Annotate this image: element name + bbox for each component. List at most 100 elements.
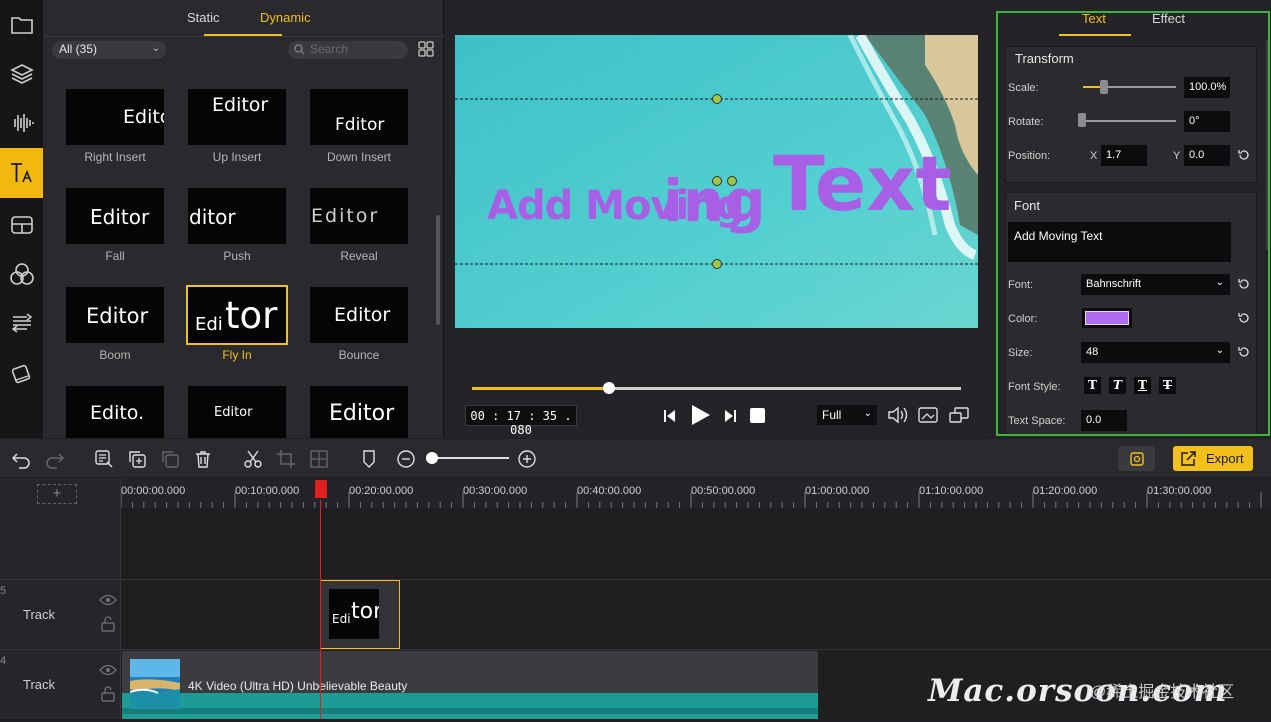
track-divider [0,649,1271,650]
playhead-handle[interactable] [315,480,327,498]
paste-icon[interactable] [160,449,180,469]
overlay-text-ing[interactable]: ing [663,167,766,235]
clip-text-big: tor [351,599,379,624]
volume-button[interactable] [886,405,908,425]
text-edit-icon[interactable] [94,449,114,469]
mosaic-icon[interactable] [309,449,329,469]
effect-card-reveal[interactable]: Editor [310,188,408,244]
effect-sample-text: Edito. [90,402,145,424]
media-folder-icon[interactable] [0,0,43,50]
left-icon-bar [0,0,43,438]
ruler-tick-label: 00:40:00.000 [577,485,642,497]
track-number: 4 [0,655,7,667]
tab-dynamic[interactable]: Dynamic [260,10,311,25]
overlay-text-big[interactable]: Text [773,139,952,228]
search-icon [294,44,305,55]
elements-icon[interactable] [0,348,43,398]
redo-icon[interactable] [45,449,65,469]
fullscreen-button[interactable] [948,405,970,425]
play-button[interactable] [688,403,712,427]
zoom-out-icon[interactable] [396,449,416,469]
filters-icon[interactable] [0,249,43,299]
lock-icon[interactable] [100,615,116,632]
zoom-select[interactable]: Full ⌄ [817,405,877,425]
grid-view-icon[interactable] [418,41,434,57]
split-icon[interactable] [243,449,263,469]
video-thumbnail [129,659,180,709]
search-placeholder: Search [310,42,349,56]
add-track-button[interactable]: + [37,484,77,504]
play-icon [692,405,710,425]
eye-icon[interactable] [99,664,117,676]
previous-frame-button[interactable] [660,406,680,426]
copy-icon[interactable] [127,449,147,469]
effect-card[interactable]: Editor [188,386,286,438]
export-label: Export [1206,451,1244,466]
delete-icon[interactable] [193,449,213,469]
effect-sample-text: Editc [123,106,164,128]
effect-card-bounce[interactable]: Editor [310,287,408,343]
chevron-down-icon: ⌄ [151,43,160,54]
effect-card-boom[interactable]: Editor [66,287,164,343]
effect-label: Fly In [222,348,252,362]
zoom-in-icon[interactable] [517,449,537,469]
track-header-divider [120,478,121,719]
snapshot-button[interactable] [917,405,939,425]
next-frame-button[interactable] [720,406,740,426]
divider [43,36,444,37]
audio-waveform-icon[interactable] [0,98,43,148]
eye-icon[interactable] [99,594,117,606]
effect-card-fly-in[interactable]: Edi tor [186,285,288,345]
ruler-tick-label: 01:10:00.000 [919,485,984,497]
lock-icon[interactable] [100,685,116,702]
timeline-zoom-handle[interactable] [426,452,438,464]
marker-icon[interactable] [359,449,379,469]
highlight-frame [996,11,1270,436]
effect-label: Boom [99,348,131,362]
layers-icon[interactable] [0,49,43,99]
video-preview[interactable]: Add Moving ing Text [455,35,978,328]
effect-sample-text: Editor [311,205,380,227]
ruler-tick-label: 01:30:00.000 [1147,485,1212,497]
timeline-zoom-track[interactable] [426,457,509,459]
effect-card-down-insert[interactable]: Fditor [310,89,408,145]
effect-card[interactable]: Editor [310,386,408,438]
effect-card-fall[interactable]: Editor [66,188,164,244]
export-button[interactable]: Export [1173,446,1253,471]
track-label: Track [23,607,56,622]
export-icon [1181,451,1196,466]
effect-sample-text: Editor [86,304,149,328]
undo-icon[interactable] [11,449,31,469]
effect-sample-text: Editor [334,304,391,326]
settings-button[interactable] [1118,446,1155,471]
previous-frame-icon [664,410,675,422]
playhead-line [320,500,321,719]
audio-waveform [122,693,818,719]
category-filter-dropdown[interactable]: All (35) ⌄ [52,41,166,59]
filter-value: All (35) [59,42,98,56]
effect-label: Fall [105,249,125,263]
motion-icon[interactable] [0,298,43,348]
effect-sample-text: Fditor [335,115,385,135]
effect-card-up-insert[interactable]: Editor [188,89,286,145]
stop-button[interactable] [750,408,765,423]
search-input[interactable]: Search [288,41,408,59]
volume-icon [888,406,908,424]
chevron-down-icon: ⌄ [863,408,872,419]
effect-sample-text: Editor [212,94,269,116]
text-clip[interactable]: Edi tor [320,580,400,649]
crop-icon[interactable] [276,449,296,469]
playback-progress-handle[interactable] [602,382,615,394]
effect-card-right-insert[interactable]: Editc [66,89,164,145]
tab-static[interactable]: Static [187,10,220,25]
ruler-tick-label: 00:00:00.000 [121,485,186,497]
effect-sample-text: ditor [189,205,236,229]
ruler-tick-label: 00:50:00.000 [691,485,756,497]
settings-gear-icon [1130,452,1144,466]
effect-card[interactable]: Edito. [66,386,164,438]
library-scrollbar[interactable] [436,215,440,325]
ruler-tick-label: 00:30:00.000 [463,485,528,497]
transitions-icon[interactable] [0,200,43,250]
effect-card-push[interactable]: ditor [188,188,286,244]
text-tool-icon[interactable] [0,148,43,198]
